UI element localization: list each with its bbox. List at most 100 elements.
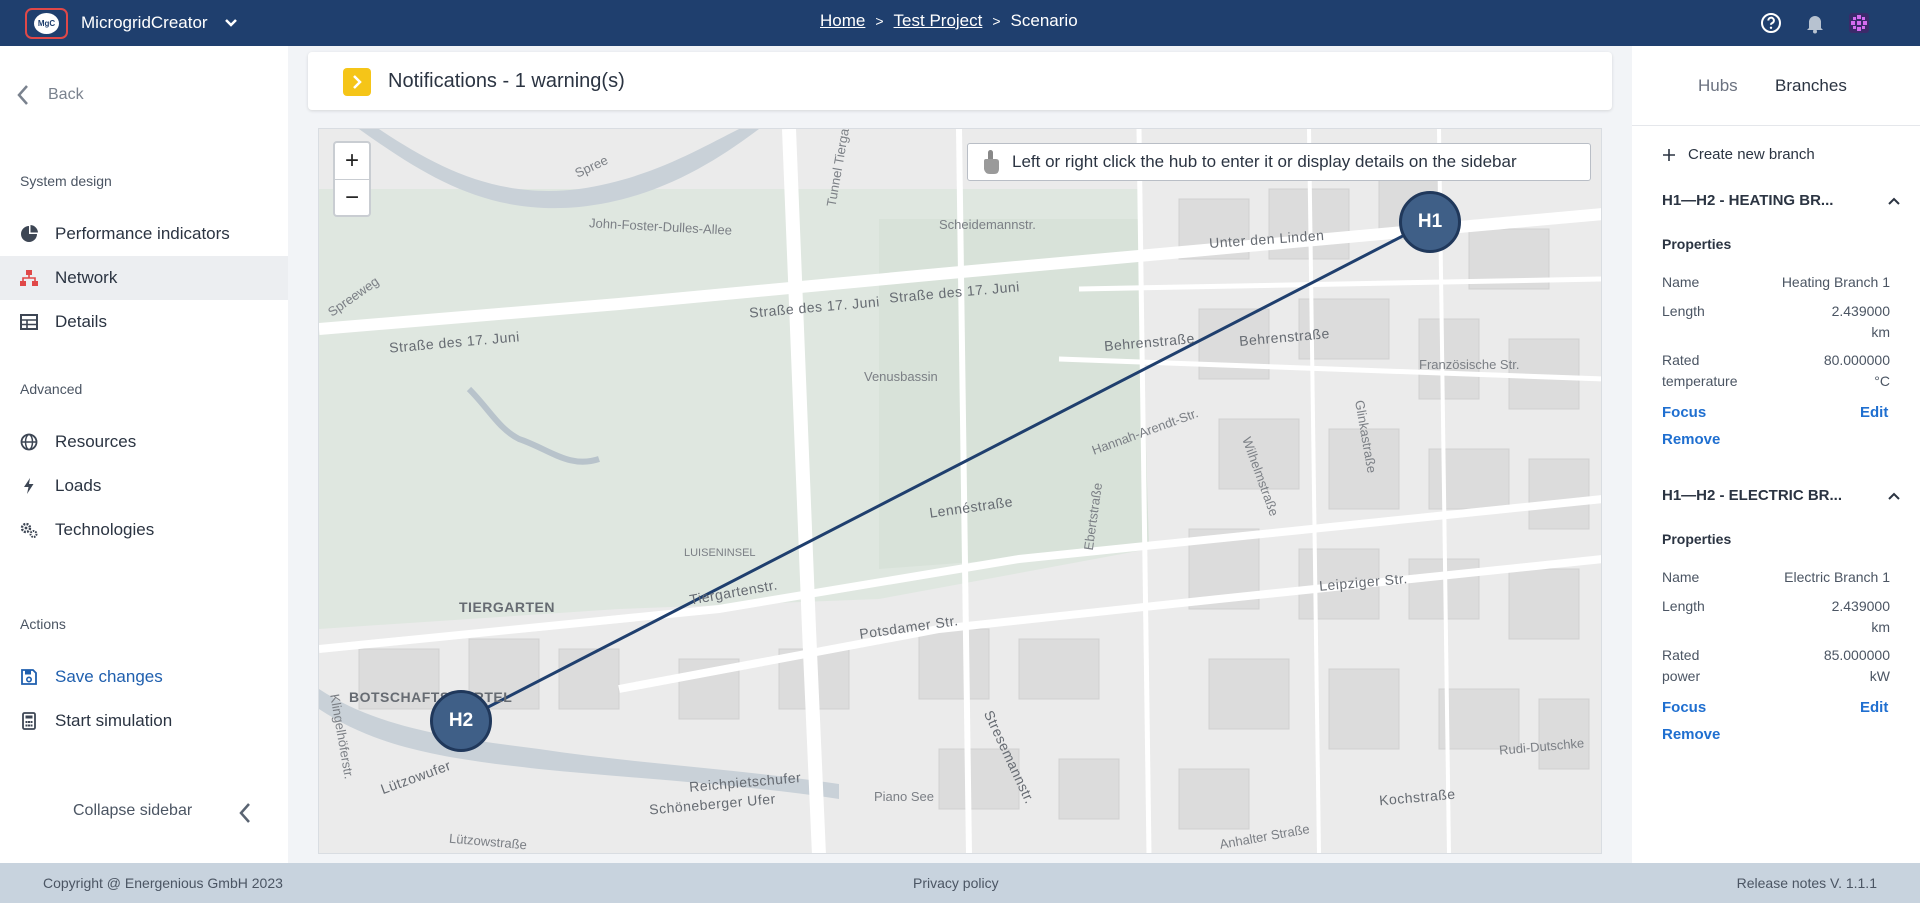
zoom-control: + − bbox=[333, 141, 371, 217]
logo-text: MgC bbox=[34, 13, 59, 34]
tab-branches[interactable]: Branches bbox=[1775, 76, 1847, 96]
left-sidebar: Back System design Performance indicator… bbox=[0, 46, 288, 863]
release-notes-link[interactable]: Release notes V. 1.1.1 bbox=[1737, 875, 1877, 891]
breadcrumb-project[interactable]: Test Project bbox=[894, 11, 983, 31]
sidebar-item-details[interactable]: Details bbox=[0, 300, 288, 344]
property-value: 2.439000 km bbox=[1831, 303, 1890, 340]
map-hint: Left or right click the hub to enter it … bbox=[967, 143, 1591, 181]
chevron-right-icon bbox=[353, 75, 362, 89]
bolt-icon bbox=[20, 477, 38, 495]
breadcrumb-separator: > bbox=[992, 13, 1001, 29]
map-label: BOTSCHAFTSVIERTEL bbox=[349, 689, 513, 705]
sidebar-item-label: Resources bbox=[55, 432, 137, 451]
user-avatar-icon[interactable] bbox=[1848, 12, 1870, 34]
create-branch-label: Create new branch bbox=[1688, 146, 1815, 163]
save-changes-button[interactable]: Save changes bbox=[0, 655, 288, 699]
sidebar-item-label: Technologies bbox=[55, 520, 155, 539]
property-value: Electric Branch 1 bbox=[1784, 569, 1890, 585]
chevron-up-icon[interactable] bbox=[1887, 489, 1901, 503]
sidebar-item-label: Details bbox=[55, 312, 107, 331]
network-icon bbox=[20, 269, 38, 287]
map-label: Scheidemannstr. bbox=[939, 217, 1036, 232]
calculator-icon bbox=[20, 712, 38, 730]
sidebar-item-label: Loads bbox=[55, 476, 102, 495]
pie-chart-icon bbox=[20, 225, 38, 243]
right-panel: Hubs Branches Create new branch H1—H2 - … bbox=[1632, 46, 1920, 863]
section-system-design: System design bbox=[20, 173, 112, 189]
map-hint-text: Left or right click the hub to enter it … bbox=[1012, 152, 1517, 171]
property-key: Name bbox=[1662, 274, 1700, 290]
property-key: Rated temperature bbox=[1662, 352, 1738, 389]
property-value: 85.000000 kW bbox=[1823, 647, 1890, 684]
breadcrumb-separator: > bbox=[875, 13, 884, 29]
properties-heading: Properties bbox=[1662, 531, 1732, 547]
privacy-policy-link[interactable]: Privacy policy bbox=[913, 875, 999, 891]
globe-icon bbox=[20, 433, 38, 451]
notifications-title: Notifications - 1 warning(s) bbox=[388, 70, 625, 92]
tab-hubs[interactable]: Hubs bbox=[1698, 76, 1738, 96]
breadcrumb: Home > Test Project > Scenario bbox=[820, 11, 1078, 31]
save-icon bbox=[20, 668, 38, 686]
branch-title[interactable]: H1—H2 - ELECTRIC BR... bbox=[1662, 487, 1842, 504]
collapse-sidebar-label[interactable]: Collapse sidebar bbox=[73, 802, 192, 820]
branch-title[interactable]: H1—H2 - HEATING BR... bbox=[1662, 192, 1833, 209]
property-key: Length bbox=[1662, 598, 1705, 614]
property-value: 80.000000 °C bbox=[1823, 352, 1890, 389]
sidebar-item-label: Performance indicators bbox=[55, 224, 230, 243]
plus-icon bbox=[1663, 148, 1675, 161]
top-bar: MgC MicrogridCreator Home > Test Project… bbox=[0, 0, 1920, 46]
zoom-in-button[interactable]: + bbox=[335, 143, 369, 179]
map-label: Französische Str. bbox=[1419, 357, 1520, 372]
focus-link[interactable]: Focus bbox=[1662, 699, 1706, 716]
chevron-left-icon bbox=[17, 85, 28, 105]
start-simulation-label: Start simulation bbox=[55, 711, 173, 730]
start-simulation-button[interactable]: Start simulation bbox=[0, 699, 288, 743]
network-map[interactable]: Spree John-Foster-Dulles-Allee Tunnel Ti… bbox=[318, 128, 1602, 854]
breadcrumb-home[interactable]: Home bbox=[820, 11, 865, 31]
property-value: Heating Branch 1 bbox=[1781, 274, 1890, 290]
properties-heading: Properties bbox=[1662, 236, 1732, 252]
property-key: Length bbox=[1662, 303, 1705, 319]
hub-h1[interactable]: H1 bbox=[1399, 191, 1461, 253]
sidebar-item-technologies[interactable]: Technologies bbox=[0, 508, 288, 552]
breadcrumb-current: Scenario bbox=[1010, 11, 1078, 30]
chevron-down-icon[interactable] bbox=[224, 16, 238, 30]
focus-link[interactable]: Focus bbox=[1662, 404, 1706, 421]
remove-link[interactable]: Remove bbox=[1662, 726, 1720, 743]
hub-h2[interactable]: H2 bbox=[430, 690, 492, 752]
table-icon bbox=[20, 313, 38, 331]
panel-tabs: Hubs Branches bbox=[1632, 46, 1920, 126]
map-label: TIERGARTEN bbox=[459, 599, 555, 615]
sidebar-item-loads[interactable]: Loads bbox=[0, 464, 288, 508]
app-name-dropdown[interactable]: MicrogridCreator bbox=[81, 13, 208, 33]
property-key: Name bbox=[1662, 569, 1700, 585]
sidebar-item-performance-indicators[interactable]: Performance indicators bbox=[0, 212, 288, 256]
sidebar-item-resources[interactable]: Resources bbox=[0, 420, 288, 464]
section-actions: Actions bbox=[20, 616, 66, 632]
pointer-hand-icon bbox=[980, 149, 1002, 175]
notifications-bar[interactable]: Notifications - 1 warning(s) bbox=[308, 52, 1612, 110]
sidebar-item-network[interactable]: Network bbox=[0, 256, 288, 300]
back-label: Back bbox=[48, 86, 84, 103]
gears-icon bbox=[20, 521, 38, 539]
property-key: Rated power bbox=[1662, 647, 1701, 684]
app-logo[interactable]: MgC bbox=[25, 8, 68, 39]
property-value: 2.439000 km bbox=[1831, 598, 1890, 635]
edit-link[interactable]: Edit bbox=[1860, 699, 1888, 716]
map-label: Venusbassin bbox=[864, 369, 938, 384]
help-icon[interactable] bbox=[1760, 12, 1782, 34]
edit-link[interactable]: Edit bbox=[1860, 404, 1888, 421]
back-button[interactable]: Back bbox=[16, 84, 84, 106]
save-changes-label: Save changes bbox=[55, 667, 163, 686]
expand-notifications-button[interactable] bbox=[343, 68, 371, 96]
top-icons bbox=[1760, 12, 1870, 34]
chevron-left-icon[interactable] bbox=[236, 802, 254, 824]
zoom-out-button[interactable]: − bbox=[335, 179, 369, 215]
chevron-up-icon[interactable] bbox=[1887, 194, 1901, 208]
bell-icon[interactable] bbox=[1804, 12, 1826, 34]
create-branch-button[interactable]: Create new branch bbox=[1662, 146, 1815, 163]
copyright-text: Copyright @ Energenious GmbH 2023 bbox=[43, 875, 283, 891]
remove-link[interactable]: Remove bbox=[1662, 431, 1720, 448]
section-advanced: Advanced bbox=[20, 381, 83, 397]
map-label: LUISENINSEL bbox=[684, 547, 756, 559]
